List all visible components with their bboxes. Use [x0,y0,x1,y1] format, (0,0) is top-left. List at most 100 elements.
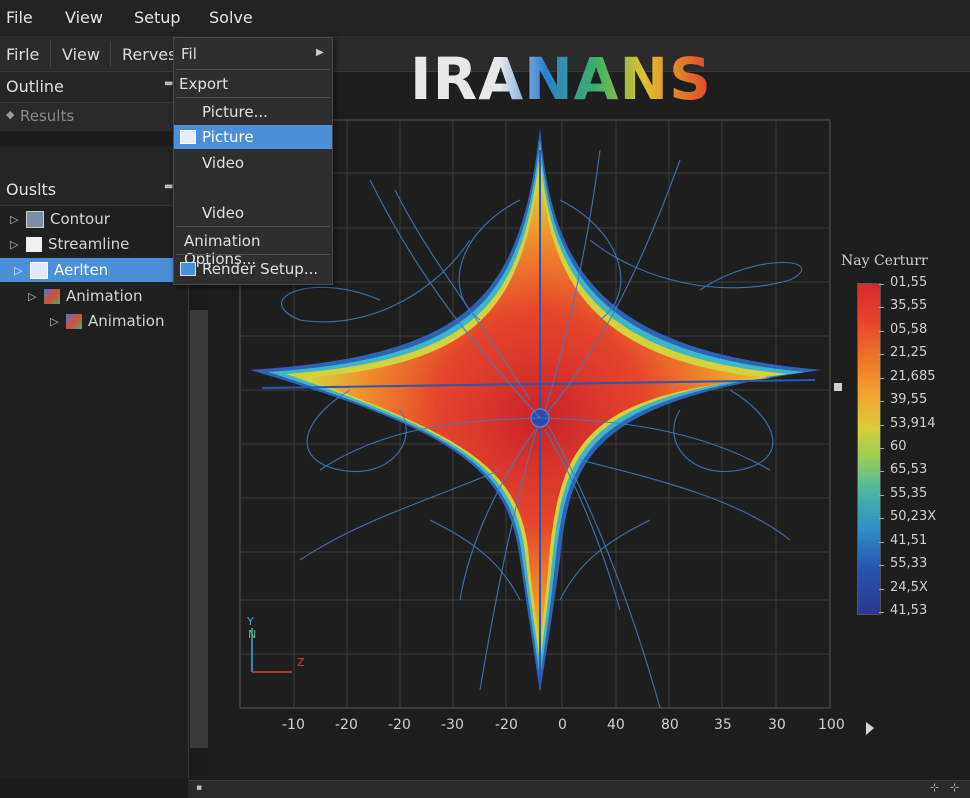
colorbar-tick [879,307,884,309]
x-tick-label: 0 [558,717,567,733]
expand-arrow-icon[interactable]: ▷ [10,213,26,226]
colorbar-label: 39,55 [890,392,928,408]
colorbar-label: 50,23X [890,509,937,525]
tree-item-streamline[interactable]: ▷ Streamline [10,232,186,256]
outline-title: Outline [6,77,64,96]
menu-item-render-setup[interactable]: Render Setup... [174,257,332,281]
streamline-icon [26,236,42,252]
colorbar-tick [879,565,884,567]
x-tick-label: -30 [441,717,464,733]
bottom-scrollbar[interactable]: ▪ ⊹ ⊹ [188,780,970,798]
menu-setup[interactable]: Setup [134,8,181,27]
x-tick-label: 100 [818,717,845,733]
spacer-bar [0,147,188,175]
x-tick-label: 40 [607,717,625,733]
tree-item-label: Contour [50,210,110,228]
colorbar-tick [879,424,884,426]
colorbar-label: 41,51 [890,532,928,548]
tree-item-label: Streamline [48,235,130,253]
logo-text: IRANANSYS [410,45,710,106]
results-header: Ouslts ▬ [0,175,188,206]
menu-item-export[interactable]: Export [174,72,332,96]
menu-solve[interactable]: Solve [209,8,253,27]
menu-divider [176,254,330,255]
triad-z-label: N [248,628,256,641]
menu-item-fil[interactable]: Fil ▶ [174,42,332,66]
file-dropdown-menu: Fil ▶ Export Picture... Picture Video Vi… [173,37,333,285]
colorbar-tick [879,448,884,449]
tree-item-label: Aerlten [54,261,109,279]
diamond-icon: ◆ [6,108,15,121]
results-title: Ouslts [6,180,57,199]
x-tick-label: -20 [388,717,411,733]
menu-item-picture-ellipsis[interactable]: Picture... [174,100,332,124]
menu-divider [176,69,330,70]
colorbar-tick [879,471,884,473]
triad-x-label: Z [297,656,305,669]
colorbar-tick [879,612,884,613]
toolbar-view[interactable]: View [62,45,100,64]
expand-arrow-icon[interactable]: ▷ [10,238,26,251]
colorbar-tick [879,377,884,379]
results-label: Results [20,107,75,125]
animation-icon [66,313,82,329]
colorbar-label: 55,35 [890,485,928,501]
menu-item-label: Fil [181,45,197,63]
expand-arrow-icon[interactable]: ▷ [50,315,66,328]
toolbar-file[interactable]: Firle [6,45,39,64]
menu-item-video[interactable]: Video [174,151,332,175]
menu-divider [176,226,330,227]
tree-item-contour[interactable]: ▷ Contour [10,207,186,231]
outline-panel: Outline ▬ ◆ Results Ouslts ▬ ▷ Contour ▷… [0,72,189,778]
vertical-scrollbar[interactable] [190,310,208,748]
colorbar-tick [879,330,884,332]
x-tick-label: 35 [714,717,732,733]
fit-view-icon[interactable]: ⊹ [950,781,959,794]
pan-handle-icon[interactable] [834,383,842,391]
x-tick-label: 30 [768,717,786,733]
animation-icon [44,288,60,304]
spacer [0,132,188,146]
menu-view[interactable]: View [65,8,103,27]
colorbar-label: 24,5X [890,579,928,595]
tree-item-animation[interactable]: ▷ Animation [50,309,186,333]
colorbar-label: 60 [890,439,907,454]
colorbar-tick [879,494,884,496]
triad-y-label: Y [246,615,254,628]
tree-item-label: Animation [88,312,165,330]
menu-item-label: Render Setup... [202,260,319,278]
colorbar-label: 21,685 [890,368,936,384]
expand-arrow-icon[interactable]: ▷ [14,264,30,277]
menu-item-label: Video [202,154,245,172]
tree-item-animation[interactable]: ▷ Animation [28,284,186,308]
colorbar-label: 41,53 [890,603,928,618]
menu-item-label: Export [179,75,229,93]
expand-arrow-icon[interactable]: ▷ [28,290,44,303]
colorbar-tick [879,588,884,590]
outline-header: Outline ▬ [0,72,188,103]
colorbar-tick [879,518,884,520]
tree-item-aerlten[interactable]: ▷ Aerlten [0,258,186,282]
colorbar-tick [879,541,884,543]
x-tick-label: 80 [661,717,679,733]
results-node[interactable]: ◆ Results [0,103,188,131]
fit-view-icon[interactable]: ⊹ [930,781,939,794]
menu-item-video[interactable]: Video [174,201,332,225]
menu-item-picture[interactable]: Picture [174,125,332,149]
x-tick-label: -10 [282,717,305,733]
play-icon[interactable] [866,722,874,735]
colorbar-tick [879,354,884,356]
colorbar-label: 21,25 [890,345,928,361]
toolbar-divider [50,41,51,67]
picture-icon [180,130,196,144]
menu-item-label: Picture [202,128,254,146]
colorbar [857,283,881,615]
colorbar-tick [879,401,884,403]
menu-item-animation-options[interactable]: Animation Options... [174,229,332,268]
colorbar-label: 05,58 [890,321,928,337]
colorbar-tick [879,284,884,285]
scroll-left-icon[interactable]: ▪ [196,783,202,793]
menu-file[interactable]: File [6,8,33,27]
legend-title: Nay Certurr [841,253,928,269]
submenu-arrow-icon: ▶ [316,47,324,58]
